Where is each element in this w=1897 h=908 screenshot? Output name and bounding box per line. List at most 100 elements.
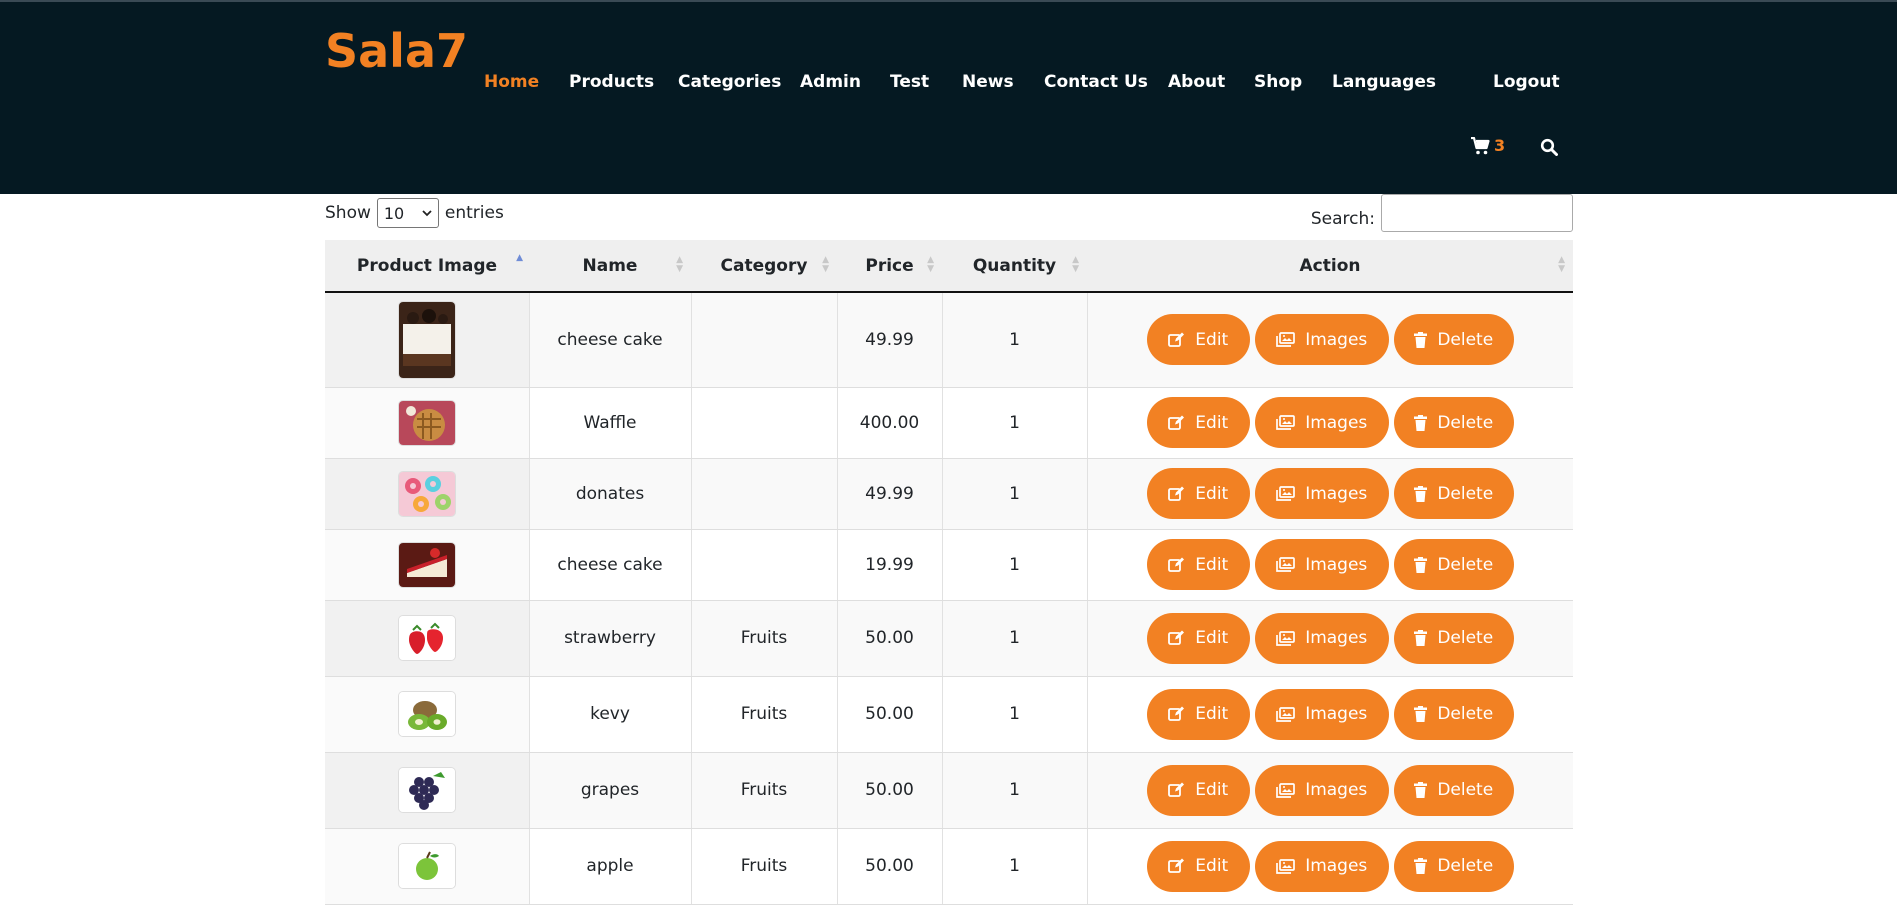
col-name[interactable]: Name ▲ ▼ (529, 240, 691, 293)
product-thumbnail (397, 843, 456, 889)
product-price: 49.99 (836, 292, 942, 388)
edit-button[interactable]: Edit (1146, 397, 1250, 448)
product-image-cell (325, 828, 529, 905)
col-product-image[interactable]: Product Image ▲ (325, 240, 529, 293)
col-category[interactable]: Category ▲ ▼ (691, 240, 837, 293)
row-actions: Edit Images Delete (1086, 529, 1573, 601)
shopping-cart-icon (1471, 136, 1490, 154)
product-image-cell (325, 600, 529, 677)
table-row: apple Fruits 50.00 1 Edit Images Delete (325, 828, 1573, 905)
product-name: donates (528, 458, 691, 530)
images-button[interactable]: Images (1254, 314, 1389, 366)
product-name: grapes (528, 752, 691, 829)
site-logo[interactable]: Sala7 (325, 24, 468, 78)
images-icon (1276, 486, 1296, 501)
images-button[interactable]: Images (1254, 764, 1389, 816)
search-icon[interactable] (1540, 138, 1558, 160)
nav-home[interactable]: Home (484, 72, 539, 92)
product-image-cell (325, 387, 529, 459)
row-actions: Edit Images Delete (1086, 676, 1573, 753)
product-thumbnail (397, 470, 456, 517)
nav-admin[interactable]: Admin (800, 72, 861, 92)
product-category: Fruits (690, 752, 837, 829)
nav-test[interactable]: Test (890, 72, 929, 92)
product-image-cell (325, 752, 529, 829)
edit-icon (1168, 858, 1185, 873)
edit-button[interactable]: Edit (1146, 314, 1250, 366)
images-button[interactable]: Images (1254, 468, 1389, 519)
product-quantity: 1 (941, 529, 1087, 601)
product-quantity: 1 (941, 828, 1087, 905)
trash-icon (1414, 331, 1428, 348)
edit-icon (1168, 415, 1185, 430)
images-icon (1276, 415, 1296, 430)
table-row: kevy Fruits 50.00 1 Edit Images Delete (325, 676, 1573, 753)
edit-button[interactable]: Edit (1146, 539, 1250, 590)
site-header: Sala7 Home Products Categories Admin Tes… (0, 2, 1897, 194)
delete-button[interactable]: Delete (1393, 397, 1514, 448)
delete-button[interactable]: Delete (1393, 314, 1514, 366)
delete-button[interactable]: Delete (1393, 840, 1514, 892)
row-actions: Edit Images Delete (1086, 458, 1573, 530)
edit-icon (1168, 706, 1185, 721)
delete-button[interactable]: Delete (1393, 764, 1514, 816)
col-price[interactable]: Price ▲ ▼ (837, 240, 942, 293)
nav-products[interactable]: Products (569, 72, 654, 92)
delete-button[interactable]: Delete (1393, 688, 1514, 740)
product-name: Waffle (528, 387, 691, 459)
edit-button[interactable]: Edit (1146, 764, 1250, 816)
row-actions: Edit Images Delete (1086, 828, 1573, 905)
col-action[interactable]: Action ▲ ▼ (1087, 240, 1573, 293)
show-label: Show (325, 203, 371, 223)
delete-button[interactable]: Delete (1393, 539, 1514, 590)
search-input[interactable] (1381, 194, 1573, 232)
images-button[interactable]: Images (1254, 612, 1389, 664)
images-button[interactable]: Images (1254, 840, 1389, 892)
nav-shop[interactable]: Shop (1254, 72, 1302, 92)
product-quantity: 1 (941, 458, 1087, 530)
edit-button[interactable]: Edit (1146, 840, 1250, 892)
delete-button[interactable]: Delete (1393, 612, 1514, 664)
product-price: 400.00 (836, 387, 942, 459)
edit-button[interactable]: Edit (1146, 468, 1250, 519)
delete-button[interactable]: Delete (1393, 468, 1514, 519)
nav-about[interactable]: About (1168, 72, 1225, 92)
edit-button[interactable]: Edit (1146, 688, 1250, 740)
col-quantity[interactable]: Quantity ▲ ▼ (942, 240, 1087, 293)
trash-icon (1414, 858, 1428, 874)
row-actions: Edit Images Delete (1086, 600, 1573, 677)
entries-length: Show 10 entries (325, 198, 504, 228)
images-button[interactable]: Images (1254, 397, 1389, 448)
product-category (690, 387, 837, 459)
product-price: 50.00 (836, 828, 942, 905)
images-button[interactable]: Images (1254, 539, 1389, 590)
product-quantity: 1 (941, 292, 1087, 388)
product-image-cell (325, 676, 529, 753)
edit-button[interactable]: Edit (1146, 612, 1250, 664)
product-name: apple (528, 828, 691, 905)
products-table: Product Image ▲ Name ▲ ▼ Category ▲ ▼ Price ▲ ▼… (325, 240, 1573, 905)
entries-select[interactable]: 10 (376, 198, 439, 228)
images-icon (1276, 706, 1296, 722)
product-quantity: 1 (941, 752, 1087, 829)
row-actions: Edit Images Delete (1086, 292, 1573, 388)
product-price: 50.00 (836, 600, 942, 677)
cart-link[interactable]: 3 (1470, 136, 1505, 155)
images-button[interactable]: Images (1254, 688, 1389, 740)
nav-contact-us[interactable]: Contact Us (1044, 72, 1148, 92)
table-row: cheese cake 49.99 1 Edit Images Delete (325, 292, 1573, 388)
product-category: Fruits (690, 600, 837, 677)
nav-news[interactable]: News (962, 72, 1014, 92)
product-price: 50.00 (836, 676, 942, 753)
product-name: cheese cake (528, 529, 691, 601)
product-name: kevy (528, 676, 691, 753)
product-name: cheese cake (528, 292, 691, 388)
product-category (690, 529, 837, 601)
product-image-cell (325, 292, 529, 388)
product-thumbnail (397, 691, 456, 737)
product-price: 49.99 (836, 458, 942, 530)
product-quantity: 1 (941, 600, 1087, 677)
nav-logout[interactable]: Logout (1493, 72, 1560, 92)
nav-categories[interactable]: Categories (678, 72, 781, 92)
nav-languages[interactable]: Languages (1332, 72, 1436, 92)
